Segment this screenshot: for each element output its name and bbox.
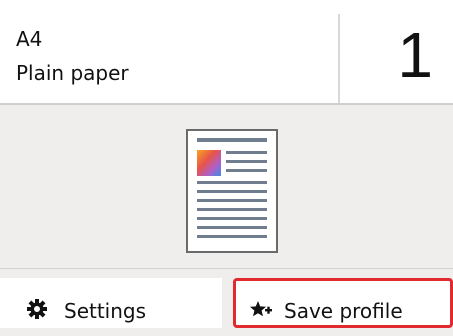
star-plus-icon [249, 298, 272, 320]
copies-count: 1 [397, 19, 433, 91]
copies-display[interactable]: 1 [340, 0, 453, 103]
copy-screen: A4 Plain paper 1 Settings Save profile [0, 0, 453, 336]
divider [0, 268, 453, 269]
gear-icon [26, 298, 48, 320]
document-preview [186, 129, 278, 253]
document-preview-icon [197, 138, 267, 238]
button-bar: Settings Save profile [0, 268, 453, 336]
settings-button[interactable]: Settings [0, 278, 222, 328]
save-profile-button[interactable]: Save profile [233, 278, 453, 328]
paper-size-label: A4 [16, 27, 43, 51]
save-profile-button-label: Save profile [284, 299, 403, 323]
paper-type-label: Plain paper [16, 61, 129, 85]
info-bar: A4 Plain paper 1 [0, 0, 453, 103]
settings-button-label: Settings [64, 299, 147, 323]
paper-settings-display[interactable]: A4 Plain paper [0, 0, 338, 103]
preview-area [0, 105, 453, 268]
